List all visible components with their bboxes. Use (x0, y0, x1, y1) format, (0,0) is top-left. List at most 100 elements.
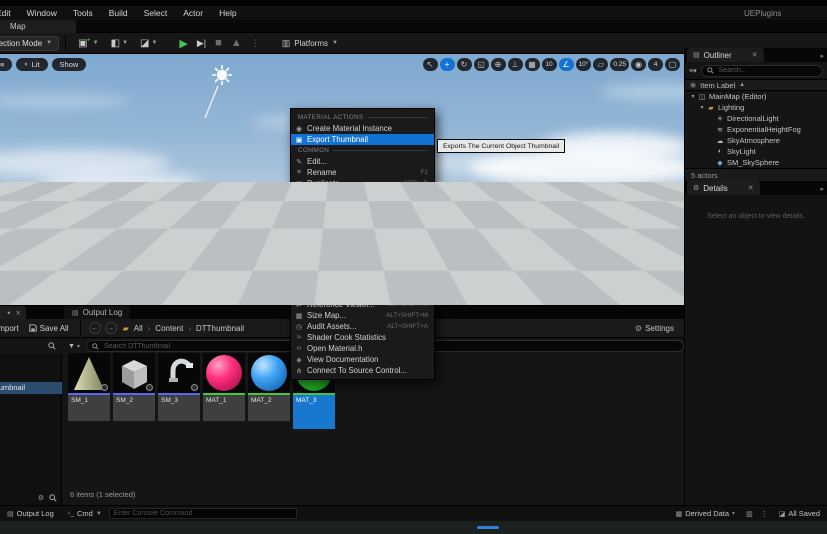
play-options-icon[interactable]: ⋮ (251, 38, 260, 49)
import-button[interactable]: Import (0, 324, 24, 333)
search-icon[interactable] (49, 494, 57, 502)
platforms-button[interactable]: ▥ Platforms ▼ (282, 38, 338, 49)
close-icon[interactable]: ✕ (748, 184, 754, 192)
asset-tile-sm-1[interactable]: SM_1 (68, 353, 110, 429)
tree-item-lighting[interactable]: ▾▰Lighting (685, 102, 827, 113)
menu-tools[interactable]: Tools (65, 8, 101, 18)
close-icon[interactable]: ✕ (752, 51, 758, 59)
menu-item-export-thumbnail[interactable]: ▣Export Thumbnail (291, 134, 434, 145)
menu-item-asset-actions[interactable]: ⊞Asset Actions› (291, 211, 434, 222)
breadcrumb-dtthumbnail[interactable]: DTThumbnail (196, 324, 244, 333)
menu-item-shader-cook-statistics[interactable]: ≈Shader Cook Statistics (291, 332, 434, 343)
translate-tool-button[interactable]: + (440, 58, 455, 71)
scale-tool-button[interactable]: ◱ (474, 58, 489, 71)
save-all-button[interactable]: Save All (24, 324, 74, 333)
tree-item-sm-skysphere[interactable]: ◆SM_SkySphere (685, 157, 827, 168)
menu-item-delete[interactable]: ×DeleteDELETE (291, 200, 434, 211)
breadcrumb-all[interactable]: All (134, 324, 143, 333)
filter-icon[interactable]: ≡▾ (689, 67, 697, 75)
asset-tile-mat-2[interactable]: MAT_2 (248, 353, 290, 429)
tree-item-directionallight[interactable]: ☀DirectionalLight (685, 113, 827, 124)
console-command-input[interactable] (109, 508, 297, 519)
surface-snap-button[interactable]: ⊥ (508, 58, 523, 71)
menu-item-asset-localization[interactable]: ⊕Asset Localization› (291, 222, 434, 233)
menu-item-edit[interactable]: ✎Edit... (291, 156, 434, 167)
coordinate-system-button[interactable]: ⊕ (491, 58, 506, 71)
tree-item-mainmap-editor[interactable]: ▾◫MainMap (Editor) (685, 91, 827, 102)
level-tab[interactable]: Map (0, 20, 76, 33)
tab-options-icon[interactable]: ▾ (7, 309, 10, 317)
tree-item-skyatmosphere[interactable]: ☁SkyAtmosphere (685, 135, 827, 146)
tab-output-log[interactable]: ▤ Output Log (64, 306, 130, 319)
settings-button[interactable]: ⚙ Settings (635, 324, 684, 333)
menu-item-reference-viewer[interactable]: ⇄Reference Viewer...ALT+SHIFT+R (291, 299, 434, 310)
blueprints-button[interactable]: ◧▼ (105, 38, 134, 49)
menu-select[interactable]: Select (136, 8, 176, 18)
outliner-search-box[interactable] (701, 65, 823, 77)
menu-help[interactable]: Help (211, 8, 244, 18)
expander-icon[interactable]: ▾ (689, 93, 697, 100)
camera-speed-button[interactable]: ◉ (631, 58, 646, 71)
tab-flyout-icon[interactable]: ▸ (820, 52, 824, 60)
outliner-column-header[interactable]: ◉ Item Label ▲ (685, 79, 827, 91)
asset-tile-mat-1[interactable]: MAT_1 (203, 353, 245, 429)
dock-in-layout-icon[interactable]: ⚙ (38, 494, 44, 502)
tab-content-browser-partial[interactable]: ▾ ✕ (0, 306, 26, 319)
asset-tile-sm-3[interactable]: SM_3 (158, 353, 200, 429)
notifications-icon[interactable]: ⋮ (757, 510, 772, 518)
rotation-snap-value[interactable]: 10° (576, 58, 592, 71)
menu-edit[interactable]: Edit (0, 8, 19, 18)
tree-item-skylight[interactable]: ◐SkyLight (685, 146, 827, 157)
menu-item-show-in-explorer[interactable]: ▱Show in Explorer (291, 255, 434, 266)
menu-item-save[interactable]: ◪SaveCTRL+S (291, 189, 434, 200)
tab-details[interactable]: ⚙ Details ✕ (687, 181, 760, 195)
source-control-status-button[interactable]: ◪ All Saved (772, 509, 827, 518)
select-tool-button[interactable]: ↖ (423, 58, 438, 71)
tab-flyout-icon[interactable]: ▸ (820, 185, 824, 193)
menu-item-open-material-h[interactable]: ‹›Open Material.h (291, 343, 434, 354)
skip-button[interactable]: ▶| (197, 38, 206, 49)
sources-search-button[interactable] (0, 338, 62, 354)
tree-item-exponentialheightfog[interactable]: ≋ExponentialHeightFog (685, 124, 827, 135)
grid-snap-button[interactable]: ▦ (525, 58, 540, 71)
directional-light-gizmo[interactable] (202, 60, 246, 134)
derived-data-button[interactable]: ▦ Derived Data ▾ (669, 509, 742, 518)
viewport-options-button[interactable]: ≡ (0, 58, 12, 71)
add-actor-button[interactable]: ▣+▼ (72, 38, 105, 49)
folder-status-icon[interactable]: ▥ (742, 510, 757, 518)
menu-item-show-in-folder-view[interactable]: ▰Show in Folder ViewCTRL+B (291, 244, 434, 255)
view-mode-button[interactable]: ◐Lit (16, 58, 47, 71)
menu-actor[interactable]: Actor (175, 8, 211, 18)
rotate-tool-button[interactable]: ↻ (457, 58, 472, 71)
menu-item-audit-assets[interactable]: ◷Audit Assets...ALT+SHIFT+A (291, 321, 434, 332)
scale-snap-value[interactable]: 0.25 (610, 58, 629, 71)
expander-icon[interactable]: ▾ (698, 104, 706, 111)
menu-item-connect-to-source-control[interactable]: ⋔Connect To Source Control... (291, 365, 434, 376)
menu-build[interactable]: Build (101, 8, 136, 18)
camera-speed-value[interactable]: 4 (648, 58, 663, 71)
menu-item-rename[interactable]: ≡RenameF2 (291, 167, 434, 178)
play-button[interactable]: ▶ (179, 37, 187, 50)
menu-item-copy-reference[interactable]: ▢Copy Reference (291, 277, 434, 288)
scale-snap-button[interactable]: ▱ (593, 58, 608, 71)
eject-button[interactable]: ▲ (231, 37, 242, 49)
breadcrumb-content[interactable]: Content (155, 324, 183, 333)
menu-item-view-documentation[interactable]: ◈View Documentation (291, 354, 434, 365)
stop-button[interactable]: ■ (215, 37, 222, 49)
output-log-button[interactable]: ▤ Output Log (0, 509, 61, 518)
back-button[interactable]: ← (89, 322, 101, 334)
tab-close-icon[interactable]: ✕ (16, 309, 21, 317)
sidebar-folder-selected[interactable]: DTThumbnail (0, 382, 62, 394)
menu-item-size-map[interactable]: ▦Size Map...ALT+SHIFT+M (291, 310, 434, 321)
maximize-viewport-button[interactable]: ▢ (665, 58, 680, 71)
menu-item-create-material-instance[interactable]: ◉Create Material Instance (291, 123, 434, 134)
outliner-search-input[interactable] (717, 66, 817, 75)
menu-item-duplicate[interactable]: ▤DuplicateCTRL+D (291, 178, 434, 189)
grid-snap-value[interactable]: 10 (542, 58, 557, 71)
asset-tile-sm-2[interactable]: SM_2 (113, 353, 155, 429)
menu-item-copy-file-path[interactable]: ▥Copy File Path (291, 288, 434, 299)
tab-outliner[interactable]: ▤ Outliner ✕ (687, 48, 764, 62)
forward-button[interactable]: → (105, 322, 117, 334)
scene-sphere-actor[interactable] (194, 220, 220, 246)
menu-window[interactable]: Window (19, 8, 65, 18)
